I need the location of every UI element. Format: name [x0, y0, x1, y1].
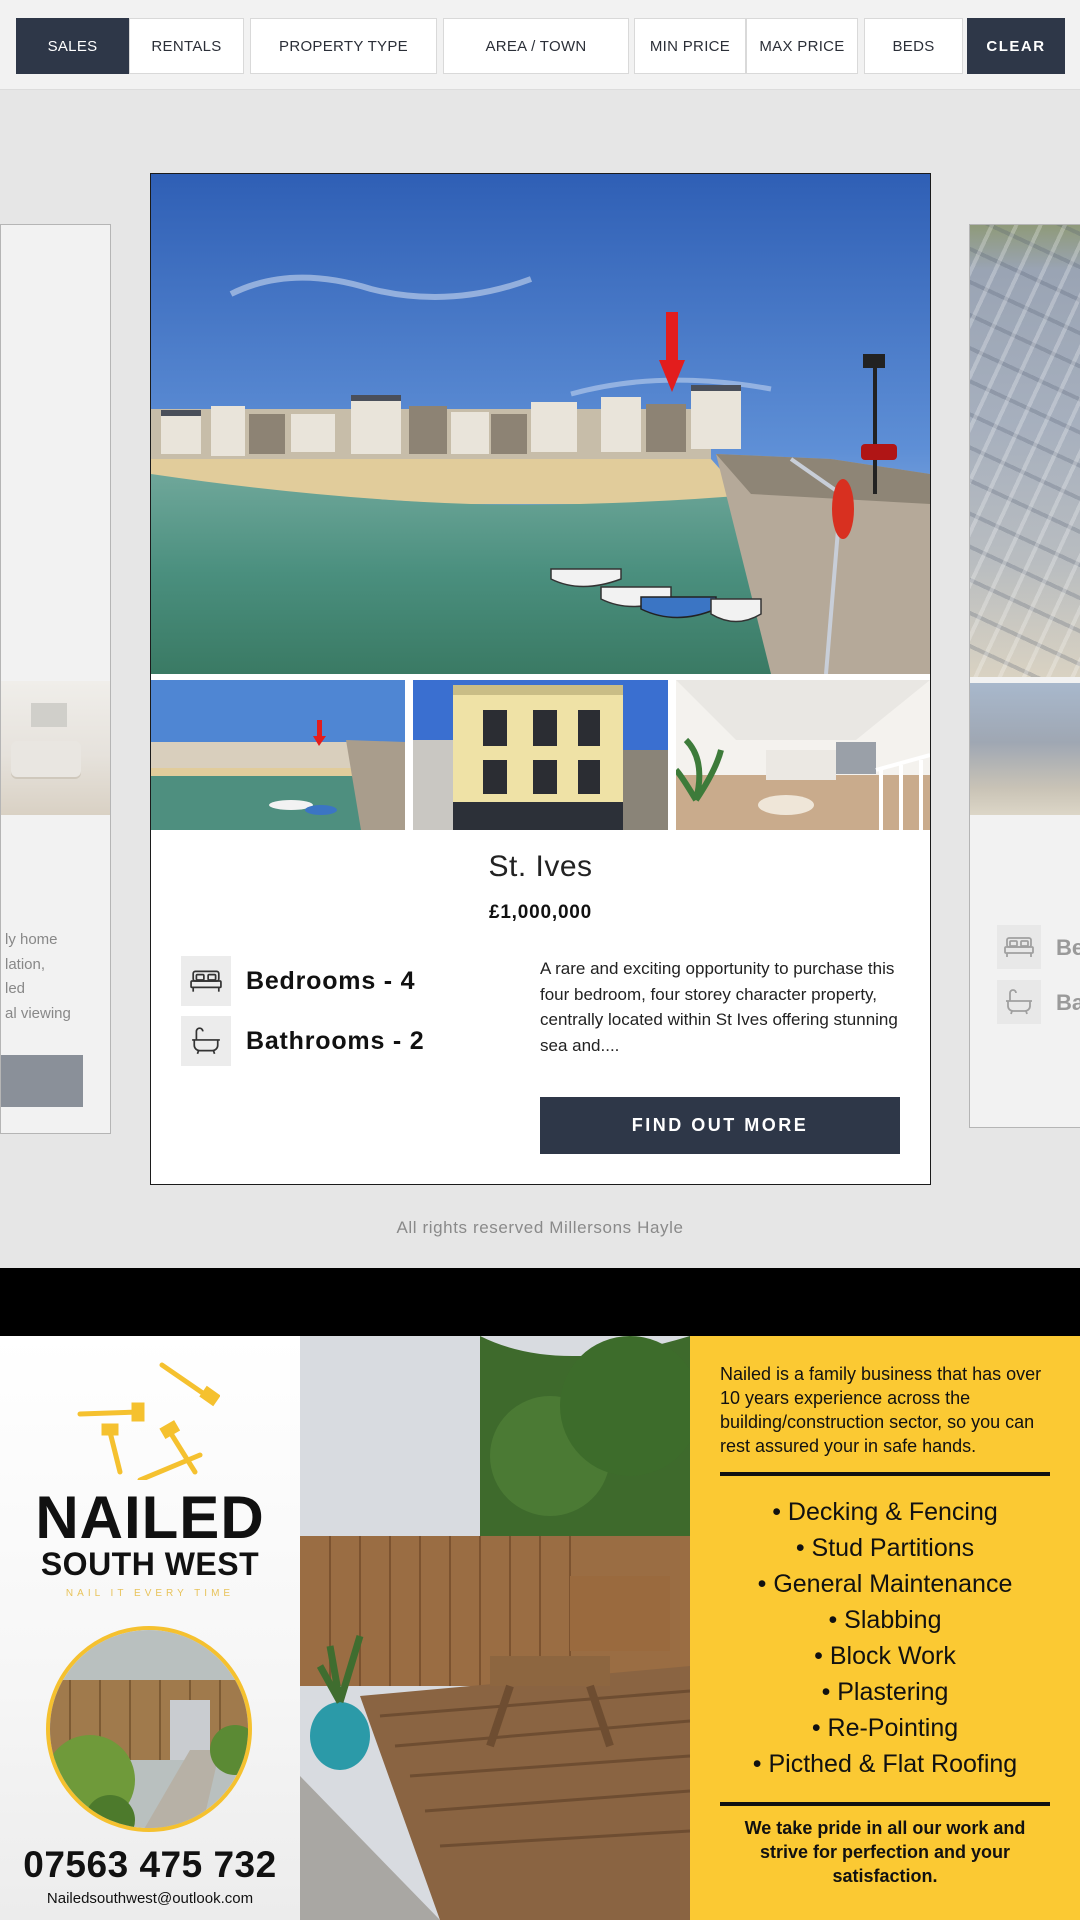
- ad-services-panel: Nailed is a family business that has ove…: [690, 1336, 1080, 1920]
- ad-divider-line: [720, 1802, 1050, 1806]
- desc-line: ly home: [5, 931, 58, 948]
- bath-icon: [997, 980, 1041, 1024]
- phone-number[interactable]: 07563 475 732: [0, 1844, 300, 1886]
- nails-logo-icon: [70, 1360, 221, 1485]
- service-item: • Decking & Fencing: [772, 1498, 998, 1526]
- property-price: £1,000,000: [488, 902, 593, 923]
- thumbnail-strip: [151, 680, 930, 830]
- next-bathrooms-label: Ba: [1056, 990, 1080, 1015]
- rentals-filter-button[interactable]: RENTALS: [129, 18, 244, 74]
- previous-find-out-more-button[interactable]: [1, 1055, 83, 1107]
- property-description: A rare and exciting opportunity to purch…: [540, 959, 898, 1055]
- min-price-filter[interactable]: MIN PRICE: [634, 18, 746, 74]
- previous-property-photo: [1, 681, 110, 815]
- desc-line: lation,: [5, 955, 46, 973]
- copyright-text: All rights reserved Millersons Hayle: [396, 1218, 684, 1237]
- next-property-thumbnail[interactable]: [970, 683, 1080, 815]
- ad-outro-text: We take pride in all our work and strive…: [744, 1818, 1026, 1886]
- previous-property-description: ly home lation, led al viewing: [1, 928, 110, 1026]
- sales-filter-button[interactable]: SALES: [16, 18, 129, 74]
- find-out-more-button[interactable]: FIND OUT MORE: [540, 1097, 900, 1154]
- brand-tagline: NAIL IT EVERY TIME: [65, 1588, 235, 1599]
- service-item: • General Maintenance: [757, 1570, 1013, 1598]
- brand-region: SOUTH WEST: [40, 1546, 260, 1582]
- property-card: St. Ives £1,000,000 Bedrooms - 4 Bathroo…: [150, 173, 931, 1185]
- bed-icon: [997, 925, 1041, 969]
- desc-line: al viewing: [5, 1004, 71, 1022]
- next-property-card[interactable]: Be Ba: [969, 224, 1080, 1128]
- ad-brand-panel: NAILED SOUTH WEST NAIL IT EVERY TIME 075…: [0, 1336, 300, 1920]
- bath-icon: [181, 1016, 231, 1066]
- bathrooms-label: Bathrooms - 2: [246, 1027, 425, 1055]
- service-item: • Plastering: [821, 1678, 949, 1706]
- previous-property-card[interactable]: ly home lation, led al viewing: [0, 224, 111, 1134]
- property-hero-image[interactable]: [151, 174, 930, 674]
- bedrooms-label: Bedrooms - 4: [246, 967, 416, 995]
- ad-divider-line: [720, 1472, 1050, 1476]
- garden-photo: [46, 1626, 252, 1832]
- service-item: • Slabbing: [828, 1606, 942, 1634]
- next-property-photo: [970, 225, 1080, 677]
- beds-filter[interactable]: BEDS: [864, 18, 963, 74]
- clear-filters-button[interactable]: CLEAR: [967, 18, 1065, 74]
- service-item: • Picthed & Flat Roofing: [752, 1750, 1018, 1778]
- bed-icon: [181, 956, 231, 1006]
- next-bedrooms-label: Be: [1056, 935, 1080, 960]
- thumbnail-living-room[interactable]: [676, 680, 930, 830]
- advert-banner[interactable]: NAILED SOUTH WEST NAIL IT EVERY TIME 075…: [0, 1336, 1080, 1920]
- ad-divider: [0, 1268, 1080, 1336]
- property-title: St. Ives: [488, 850, 593, 883]
- services-list: • Decking & Fencing • Stud Partitions • …: [690, 1494, 1080, 1782]
- email-address[interactable]: Nailedsouthwest@outlook.com: [0, 1890, 300, 1907]
- ad-intro-text: Nailed is a family business that has ove…: [720, 1364, 1042, 1456]
- desc-line: led: [5, 980, 26, 997]
- service-item: • Re-Pointing: [811, 1714, 959, 1742]
- property-type-filter[interactable]: PROPERTY TYPE: [250, 18, 437, 74]
- thumbnail-house-exterior[interactable]: [413, 680, 668, 830]
- thumbnail-harbour[interactable]: [151, 680, 405, 830]
- decking-photo: [300, 1336, 690, 1920]
- max-price-filter[interactable]: MAX PRICE: [746, 18, 858, 74]
- service-item: • Stud Partitions: [795, 1534, 975, 1562]
- service-item: • Block Work: [814, 1642, 956, 1670]
- brand-name: NAILED: [35, 1484, 265, 1551]
- area-town-filter[interactable]: AREA / TOWN: [443, 18, 629, 74]
- filter-bar: SALES RENTALS PROPERTY TYPE AREA / TOWN …: [0, 0, 1080, 90]
